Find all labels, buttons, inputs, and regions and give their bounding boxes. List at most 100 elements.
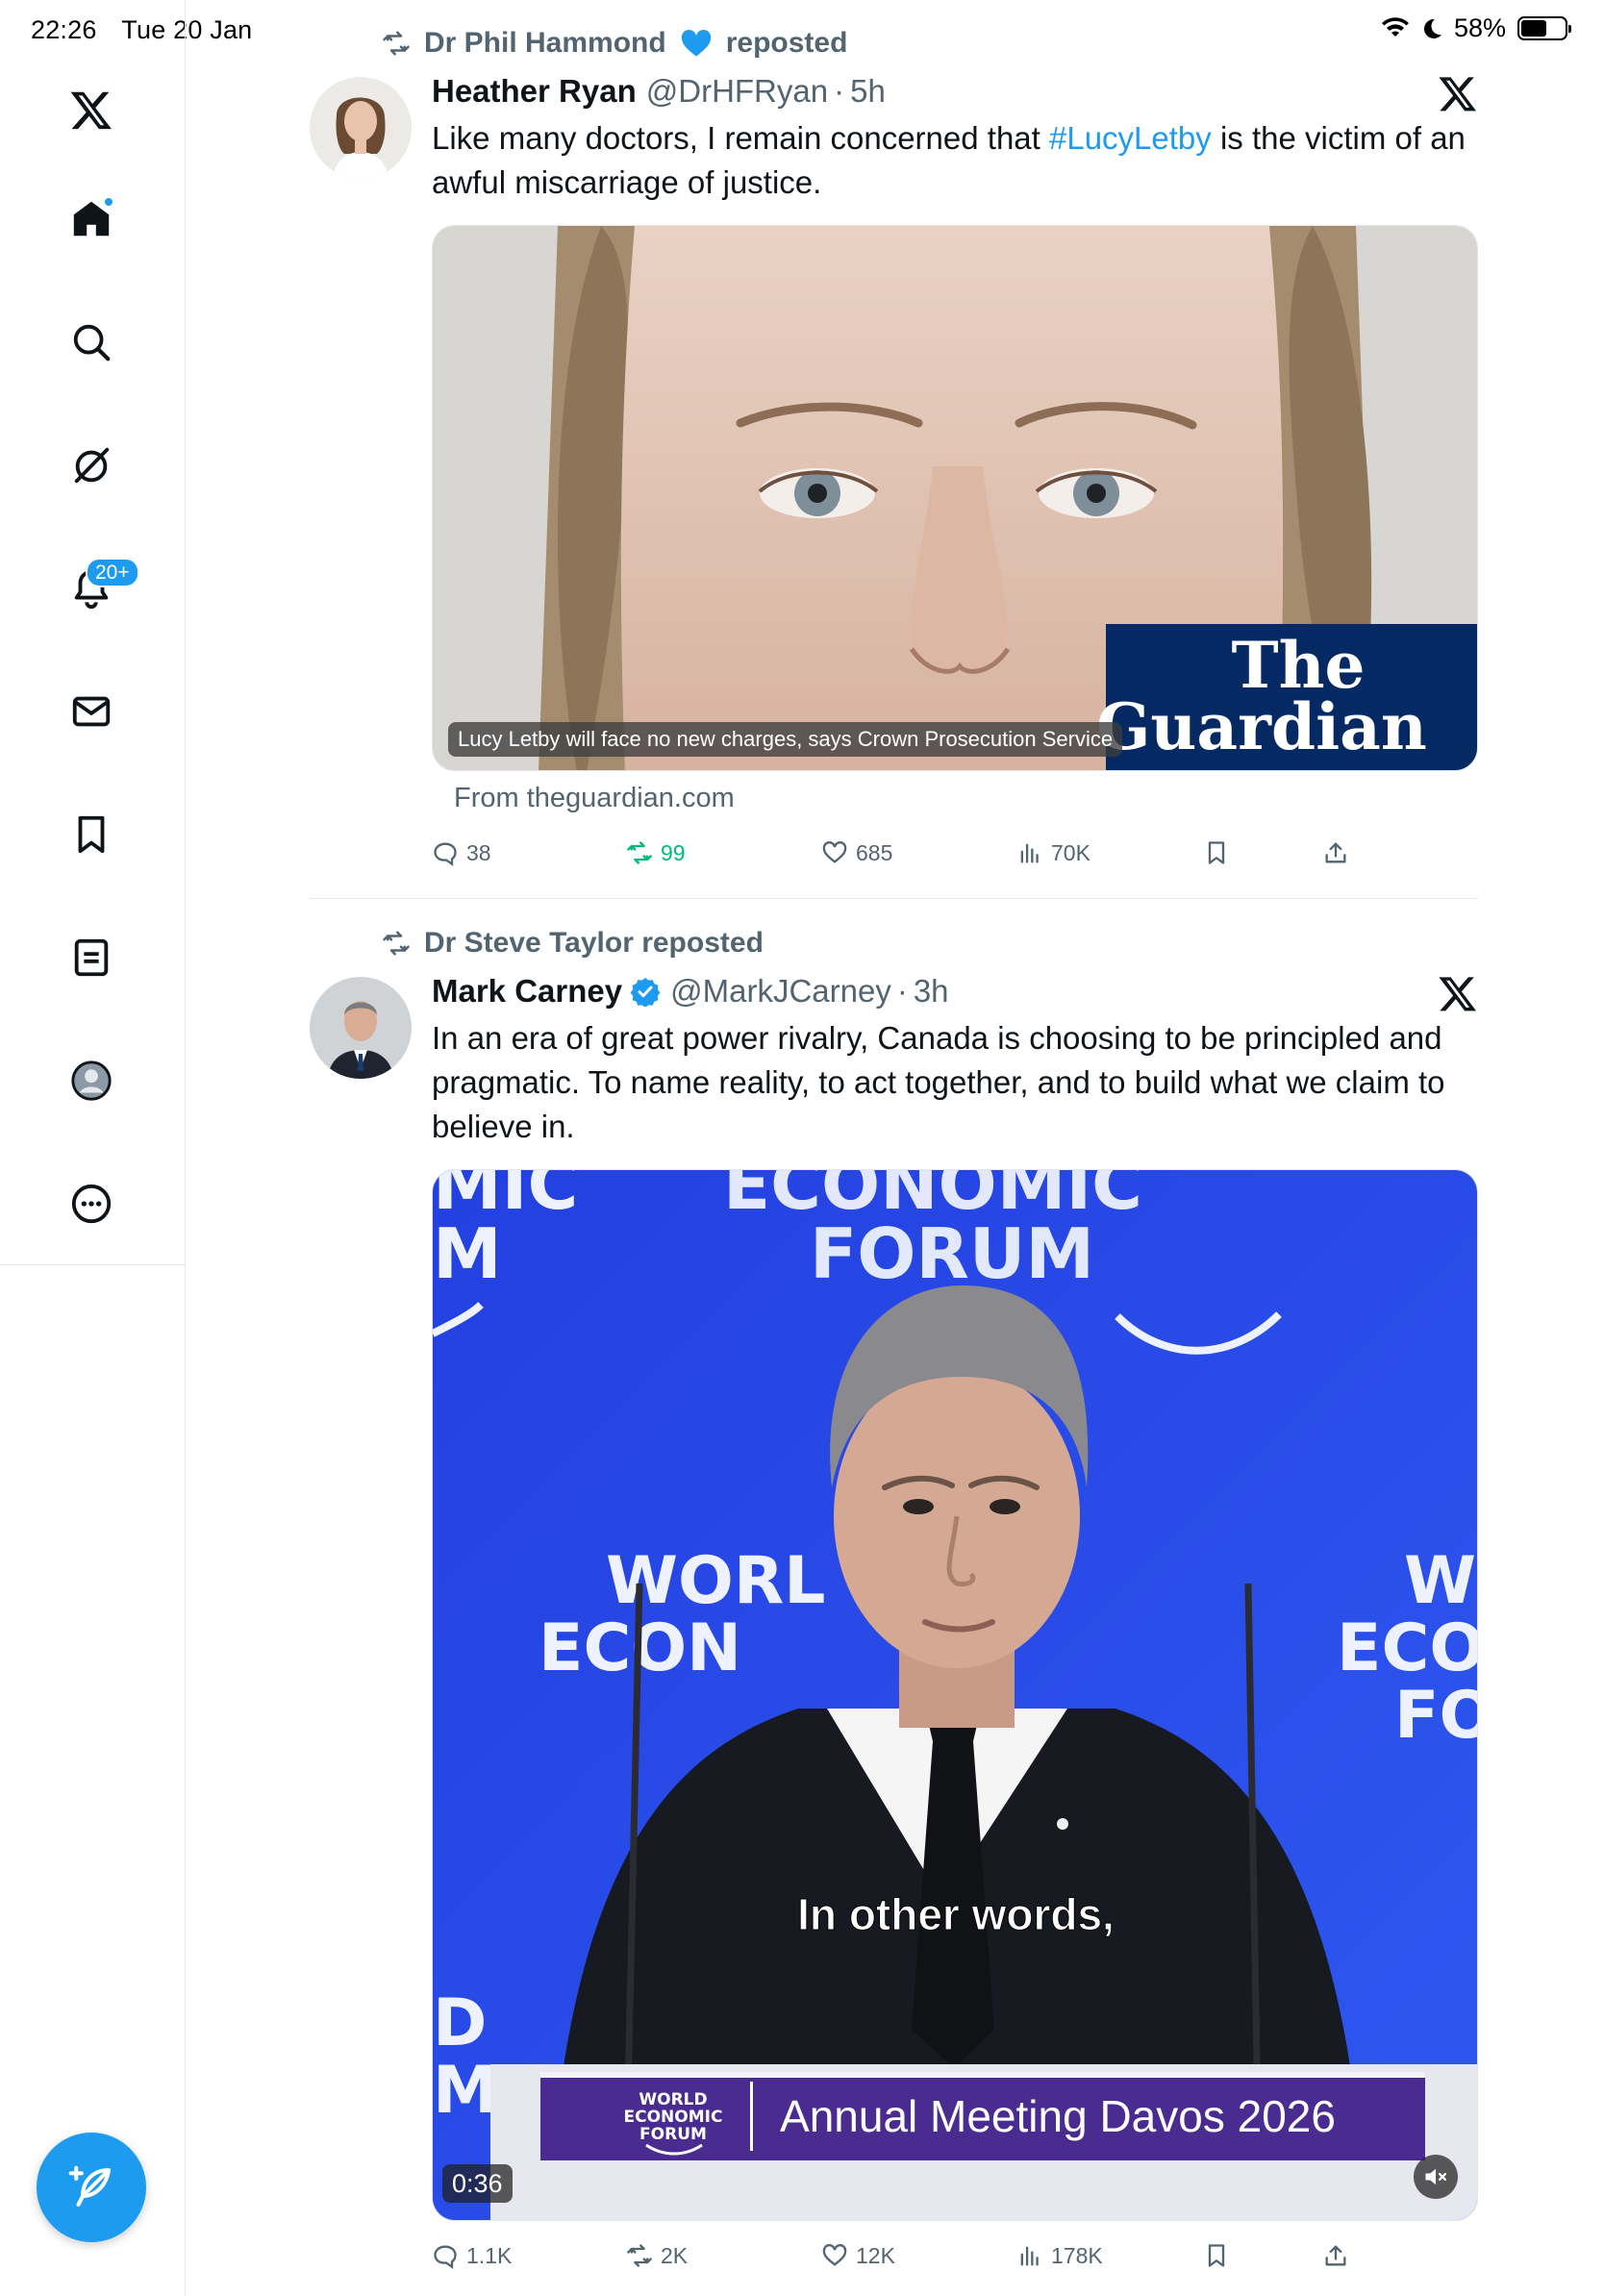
search-icon [73,324,111,362]
reply-icon [434,2245,457,2269]
sidebar-item-home[interactable] [57,185,126,254]
views-button[interactable]: 70K [1016,839,1090,866]
repost-button[interactable]: 99 [626,839,686,866]
feather-plus-icon [68,2165,112,2208]
repost-icon [383,931,410,956]
x-logo-icon[interactable] [1438,973,1478,1013]
post-time[interactable]: 5h [850,73,886,110]
separator-dot: · [834,73,845,109]
repost-suffix: reposted [725,27,848,59]
backdrop-text: FORUM [810,1213,1094,1294]
tweet-text: Like many doctors, I remain concerned th… [432,116,1475,205]
repost-button[interactable]: 2K [626,2242,688,2269]
sidebar-item-notifications[interactable]: 20+ [57,554,139,623]
podium-logo-text: FORUM [639,2125,707,2144]
home-new-dot [103,196,114,208]
notifications-badge: 20+ [86,558,139,587]
repost-author: Dr Steve Taylor reposted [424,927,764,959]
video-frame: ECONOMIC FORUM MIC M WORL ECON W ECO FO … [433,1170,1478,2220]
video-subtitle: In other words, [797,1889,1115,1939]
like-count: 685 [856,839,893,865]
repost-icon [383,31,410,56]
battery-icon [1517,16,1571,40]
video-player[interactable]: ECONOMIC FORUM MIC M WORL ECON W ECO FO … [432,1169,1478,2221]
author-handle[interactable]: @MarkJCarney [670,973,891,1010]
link-card-image[interactable]: The Guardian Lucy Letby will face no new… [432,225,1478,771]
avatar[interactable] [310,77,412,179]
views-button[interactable]: 178K [1016,2242,1103,2269]
tweet-actions: 38 99 685 70K [432,839,1413,878]
sidebar-item-search[interactable] [57,308,126,377]
backdrop-text: M [433,1213,502,1294]
repost-count: 2K [661,2242,689,2268]
hashtag-link[interactable]: #LucyLetby [1049,120,1212,156]
sidebar-item-lists[interactable] [57,923,126,992]
avatar-photo-heather [310,77,412,179]
avatar-photo-carney [310,977,412,1079]
profile-icon [71,1061,112,1101]
share-icon [1325,842,1346,863]
blue-heart-icon [681,29,711,57]
mute-button[interactable] [1414,2155,1458,2199]
podium-logo-text: ECONOMIC [624,2108,723,2127]
x-logo-icon[interactable] [57,75,126,144]
podium-logo-text: WORLD [639,2090,707,2109]
bookmark-icon [78,815,105,854]
muted-speaker-icon [1425,2168,1447,2185]
repost-icon [627,2244,652,2267]
bookmark-button[interactable] [1203,2242,1230,2269]
sidebar-item-profile[interactable] [57,1046,126,1115]
like-button[interactable]: 12K [821,2242,895,2269]
sidebar-item-grok[interactable] [57,431,126,500]
list-icon [74,938,109,977]
sidebar-item-more[interactable] [57,1169,126,1238]
repost-author: Dr Phil Hammond [424,27,666,59]
guardian-logo-name: Guardian [1096,689,1427,764]
author-handle[interactable]: @DrHFRyan [646,73,828,110]
backdrop-text: ECO [1337,1610,1478,1686]
tweet-text: In an era of great power rivalry, Canada… [432,1020,1445,1144]
author-name[interactable]: Mark Carney [432,973,622,1010]
like-count: 12K [856,2242,895,2268]
share-button[interactable] [1322,839,1349,866]
tweet-divider [310,898,1478,899]
compose-post-button[interactable] [37,2133,146,2242]
like-button[interactable]: 685 [821,839,892,866]
avatar[interactable] [310,977,412,1079]
sidebar-divider [0,1264,186,1265]
sidebar-item-messages[interactable] [57,677,126,746]
link-source[interactable]: From theguardian.com [454,783,735,814]
sidebar-nav: 20+ [0,0,186,2296]
reply-count: 38 [466,839,491,865]
mail-icon [72,696,111,727]
repost-context[interactable]: Dr Steve Taylor reposted [382,927,764,960]
views-icon [1020,2246,1039,2266]
repost-count: 99 [661,839,686,865]
tweet-card[interactable]: Dr Phil Hammond reposted Heather Ryan @D… [310,27,1478,892]
link-card-title: Lucy Letby will face no new charges, say… [448,722,1123,757]
bookmark-icon [1208,841,1225,864]
svg-text:D: D [433,1985,487,2061]
tweet-actions: 1.1K 2K 12K 178K [432,2242,1413,2281]
views-icon [1020,843,1039,863]
author-name[interactable]: Heather Ryan [432,73,637,110]
podium-banner-text: Annual Meeting Davos 2026 [780,2091,1336,2141]
reply-button[interactable]: 38 [432,839,491,866]
more-icon [71,1184,112,1224]
post-time[interactable]: 3h [914,973,949,1010]
views-count: 178K [1051,2242,1103,2268]
share-icon [1325,2245,1346,2266]
x-logo-icon[interactable] [1438,73,1478,113]
reply-button[interactable]: 1.1K [432,2242,512,2269]
backdrop-text: FO [1394,1678,1478,1754]
bookmark-button[interactable] [1203,839,1230,866]
share-button[interactable] [1322,2242,1349,2269]
tweet-card[interactable]: Dr Steve Taylor reposted Mark Carney @Ma… [310,927,1478,2296]
repost-context[interactable]: Dr Phil Hammond reposted [382,27,847,60]
repost-icon [627,841,652,864]
sidebar-item-bookmarks[interactable] [57,800,126,869]
video-duration: 0:36 [442,2164,513,2203]
tweet-text-part: Like many doctors, I remain concerned th… [432,120,1049,156]
heart-icon [822,841,847,863]
reply-icon [434,842,457,866]
